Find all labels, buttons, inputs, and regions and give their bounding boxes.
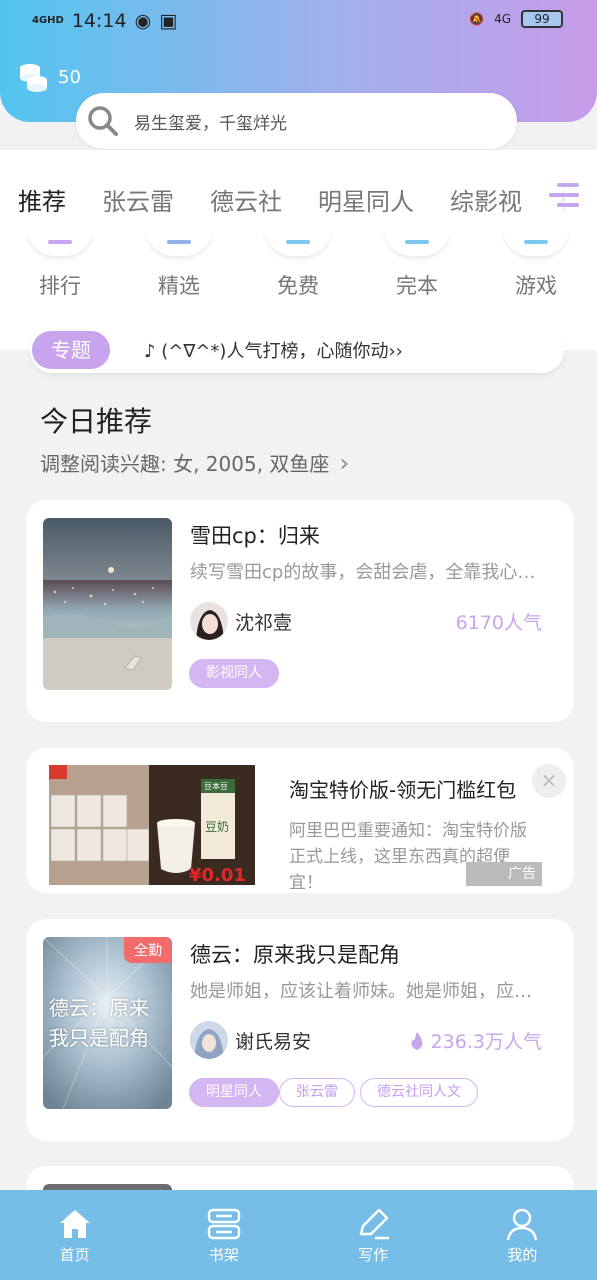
shortcut-label: 游戏 [515, 274, 557, 298]
book-tag[interactable]: 影视同人 [189, 659, 279, 688]
coins-icon [20, 64, 47, 92]
book-description: 续写雪田cp的故事，会甜会虐，全靠我心情。 [190, 562, 545, 583]
tab-recommend[interactable]: 推荐 [18, 182, 66, 222]
weibo-icon: ◉ [134, 10, 152, 32]
popularity-count: 6170人气 [455, 612, 542, 634]
signal-label: 4G [494, 12, 511, 26]
shortcut-label: 排行 [39, 274, 81, 298]
bottom-navigation: 首页 书架 写作 我的 [0, 1190, 597, 1280]
topic-text: ♪ (^∇^*)人气打榜，心随你动›› [144, 341, 403, 362]
notification-icon: ▣ [159, 10, 178, 32]
avatar [190, 602, 228, 640]
book-tag[interactable]: 张云雷 [279, 1078, 355, 1107]
ranking-icon [27, 228, 93, 256]
shortcut-ranking[interactable]: 排行 [20, 228, 100, 300]
nav-bookshelf[interactable]: 书架 [149, 1190, 298, 1280]
search-icon [88, 106, 118, 136]
shortcut-label: 完本 [396, 274, 438, 298]
nav-label: 我的 [507, 1246, 538, 1264]
shortcut-completed[interactable]: 完本 [377, 228, 457, 300]
games-icon [503, 228, 569, 256]
avatar [190, 1021, 228, 1059]
search-bar[interactable]: 易生玺爱，千玺烊光 [76, 93, 517, 149]
cover-title-text: 德云：原来我只是配角 [49, 996, 149, 1050]
category-shortcuts: 排行 精选 免费 完本 游戏 [0, 228, 597, 308]
shortcut-games[interactable]: 游戏 [496, 228, 576, 300]
tab-celebrity[interactable]: 明星同人 [318, 182, 414, 222]
nav-label: 写作 [358, 1246, 389, 1264]
fire-icon [411, 1031, 423, 1050]
ad-image: 豆本豆 豆奶 ¥0.01 [49, 765, 255, 885]
home-icon [59, 1210, 90, 1238]
topic-banner[interactable]: 专题 ♪ (^∇^*)人气打榜，心随你动›› [30, 327, 564, 373]
featured-icon [146, 228, 212, 256]
section-title: 今日推荐 [40, 405, 153, 438]
battery-icon: 99 [521, 10, 563, 28]
book-description: 她是师姐，应该让着师妹。她是师姐，应该宠着师妹。 [190, 981, 545, 1002]
book-card[interactable]: 德云：原来我只是配角 全勤 德云：原来我只是配角 她是师姐，应该让着师妹。她是师… [26, 919, 574, 1141]
nav-label: 首页 [59, 1246, 90, 1264]
coin-balance[interactable]: 50 [16, 60, 81, 94]
close-icon[interactable]: × [532, 764, 566, 798]
search-placeholder: 易生玺爱，千玺烊光 [134, 113, 287, 134]
interest-adjust-link[interactable]: 调整阅读兴趣: 女, 2005, 双鱼座 › [40, 448, 349, 477]
network-indicator: 4GHD [32, 15, 64, 26]
book-cover [43, 518, 172, 690]
user-icon [507, 1208, 538, 1241]
book-title: 雪田cp：归来 [190, 524, 320, 548]
menu-icon[interactable] [549, 180, 579, 210]
interest-adjust-text: 调整阅读兴趣: 女, 2005, 双鱼座 [40, 452, 330, 476]
book-tag[interactable]: 明星同人 [189, 1078, 279, 1107]
free-icon [265, 228, 331, 256]
nav-write[interactable]: 写作 [299, 1190, 448, 1280]
today-recommend-header: 今日推荐 调整阅读兴趣: 女, 2005, 双鱼座 › [40, 400, 349, 477]
completed-icon [384, 228, 450, 256]
ad-label: 广告 [466, 862, 542, 886]
nav-profile[interactable]: 我的 [448, 1190, 597, 1280]
ad-title: 淘宝特价版-领无门槛红包 [289, 778, 517, 802]
book-title: 德云：原来我只是配角 [190, 943, 400, 967]
shortcut-label: 精选 [158, 274, 200, 298]
topic-badge: 专题 [32, 331, 110, 369]
author-name: 沈祁壹 [235, 612, 293, 634]
nav-home[interactable]: 首页 [0, 1190, 149, 1280]
tab-film-tv[interactable]: 综影视 [450, 182, 522, 222]
bookshelf-icon [207, 1208, 241, 1240]
mute-icon: 🔕 [469, 12, 485, 26]
ad-brand-text: 豆本豆 [204, 781, 228, 791]
full-attendance-badge: 全勤 [124, 937, 172, 963]
status-bar: 4GHD 14:14 ◉ ▣ 🔕 4G 99 [0, 8, 597, 38]
ad-price-text: ¥0.01 [189, 865, 246, 885]
author-name: 谢氏易安 [235, 1031, 312, 1053]
popularity: 236.3万人气 [409, 1027, 542, 1054]
shortcut-featured[interactable]: 精选 [139, 228, 219, 300]
ad-product-text: 豆奶 [205, 820, 229, 834]
book-tag[interactable]: 德云社同人文 [360, 1078, 478, 1107]
clock: 14:14 [71, 10, 127, 32]
shortcut-free[interactable]: 免费 [258, 228, 338, 300]
ad-card[interactable]: 豆本豆 豆奶 ¥0.01 淘宝特价版-领无门槛红包 阿里巴巴重要通知：淘宝特价版… [26, 748, 574, 893]
pen-icon [359, 1208, 390, 1240]
coin-count: 50 [58, 66, 81, 88]
popularity-count: 236.3万人气 [430, 1031, 542, 1053]
chevron-right-icon: › [339, 448, 350, 477]
book-card[interactable]: 雪田cp：归来 续写雪田cp的故事，会甜会虐，全靠我心情。 沈祁壹 6170人气… [26, 500, 574, 722]
tab-deyunshe[interactable]: 德云社 [210, 182, 282, 222]
book-cover: 德云：原来我只是配角 全勤 [43, 937, 172, 1109]
tab-zhangyunlei[interactable]: 张云雷 [102, 182, 174, 222]
nav-label: 书架 [208, 1246, 239, 1264]
category-tabs: 推荐 张云雷 德云社 明星同人 综影视 校园 [18, 182, 578, 222]
shortcut-label: 免费 [277, 274, 319, 298]
